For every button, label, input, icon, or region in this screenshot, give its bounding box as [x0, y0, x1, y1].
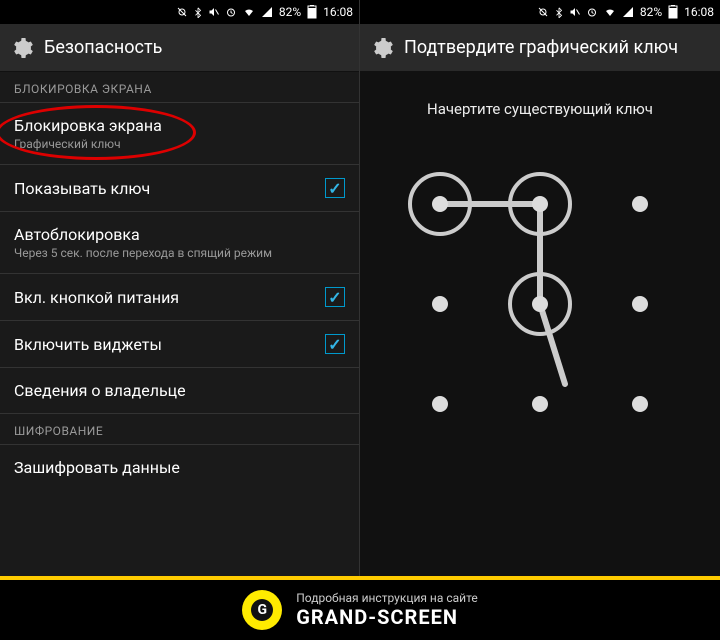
- check-icon: ✓: [328, 288, 341, 307]
- clock: 16:08: [684, 5, 714, 19]
- logo-badge: G: [242, 590, 282, 630]
- bluetooth-icon: [193, 6, 203, 18]
- gear-icon[interactable]: [10, 36, 34, 60]
- gear-icon[interactable]: [370, 36, 394, 60]
- wifi-icon: [603, 6, 617, 18]
- signal-icon: [622, 6, 634, 18]
- pattern-grid[interactable]: [390, 154, 690, 454]
- pattern-dot[interactable]: [632, 196, 648, 212]
- bluetooth-icon: [554, 6, 564, 18]
- header-right: Подтвердите графический ключ: [360, 24, 720, 72]
- checkbox-show-pattern[interactable]: ✓: [325, 178, 345, 198]
- item-power-button-lock[interactable]: Вкл. кнопкой питания ✓: [0, 274, 359, 321]
- pattern-dot[interactable]: [532, 396, 548, 412]
- pattern-dot[interactable]: [632, 296, 648, 312]
- bottom-banner: G Подробная инструкция на сайте GRAND-SC…: [0, 576, 720, 640]
- section-header-encryption: ШИФРОВАНИЕ: [0, 414, 359, 445]
- confirm-pattern-screen: 82% 16:08 Подтвердите графический ключ Н…: [360, 0, 720, 576]
- pattern-dot[interactable]: [432, 196, 448, 212]
- item-enable-widgets[interactable]: Включить виджеты ✓: [0, 321, 359, 368]
- alarm-icon: [586, 6, 598, 18]
- item-title: Зашифровать данные: [14, 458, 180, 477]
- pattern-dot[interactable]: [532, 296, 548, 312]
- status-bar-left: 82% 16:08: [0, 0, 359, 24]
- battery-icon: [307, 5, 317, 19]
- item-title: Автоблокировка: [14, 225, 272, 244]
- item-title: Блокировка экрана: [14, 116, 162, 135]
- pattern-area: Начертите существующий ключ: [360, 72, 720, 576]
- item-show-pattern[interactable]: Показывать ключ ✓: [0, 165, 359, 212]
- pattern-dot[interactable]: [432, 296, 448, 312]
- vibrate-icon: [537, 6, 549, 18]
- mute-icon: [208, 6, 220, 18]
- item-encrypt[interactable]: Зашифровать данные: [0, 445, 359, 490]
- check-icon: ✓: [328, 179, 341, 198]
- banner-title: GRAND-SCREEN: [296, 605, 478, 629]
- header-left: Безопасность: [0, 24, 359, 72]
- item-title: Включить виджеты: [14, 335, 162, 354]
- clock: 16:08: [323, 5, 353, 19]
- battery-percentage: 82%: [279, 5, 301, 19]
- battery-percentage: 82%: [640, 5, 662, 19]
- status-icons: [176, 6, 273, 18]
- status-icons: [537, 6, 634, 18]
- item-subtitle: Через 5 сек. после перехода в спящий реж…: [14, 246, 272, 260]
- pattern-dot[interactable]: [632, 396, 648, 412]
- item-screen-lock[interactable]: Блокировка экрана Графический ключ: [0, 103, 359, 165]
- alarm-icon: [225, 6, 237, 18]
- pattern-dot[interactable]: [532, 196, 548, 212]
- banner-text: Подробная инструкция на сайте GRAND-SCRE…: [296, 591, 478, 629]
- wifi-icon: [242, 6, 256, 18]
- mute-icon: [569, 6, 581, 18]
- checkbox-widgets[interactable]: ✓: [325, 334, 345, 354]
- pattern-prompt: Начертите существующий ключ: [415, 72, 665, 128]
- item-title: Вкл. кнопкой питания: [14, 288, 179, 307]
- signal-icon: [261, 6, 273, 18]
- status-bar-right: 82% 16:08: [360, 0, 720, 24]
- pattern-dot[interactable]: [432, 396, 448, 412]
- vibrate-icon: [176, 6, 188, 18]
- page-title-right: Подтвердите графический ключ: [404, 37, 678, 58]
- item-subtitle: Графический ключ: [14, 137, 162, 151]
- page-title-left: Безопасность: [44, 37, 162, 58]
- check-icon: ✓: [328, 335, 341, 354]
- battery-icon: [668, 5, 678, 19]
- logo-letter: G: [251, 599, 273, 621]
- item-title: Сведения о владельце: [14, 381, 186, 400]
- banner-subtitle: Подробная инструкция на сайте: [296, 591, 478, 605]
- security-settings-screen: 82% 16:08 Безопасность БЛОКИРОВКА ЭКРАНА…: [0, 0, 360, 576]
- item-owner-info[interactable]: Сведения о владельце: [0, 368, 359, 414]
- section-header-lockscreen: БЛОКИРОВКА ЭКРАНА: [0, 72, 359, 103]
- checkbox-power-lock[interactable]: ✓: [325, 287, 345, 307]
- item-auto-lock[interactable]: Автоблокировка Через 5 сек. после перехо…: [0, 212, 359, 274]
- item-title: Показывать ключ: [14, 179, 150, 198]
